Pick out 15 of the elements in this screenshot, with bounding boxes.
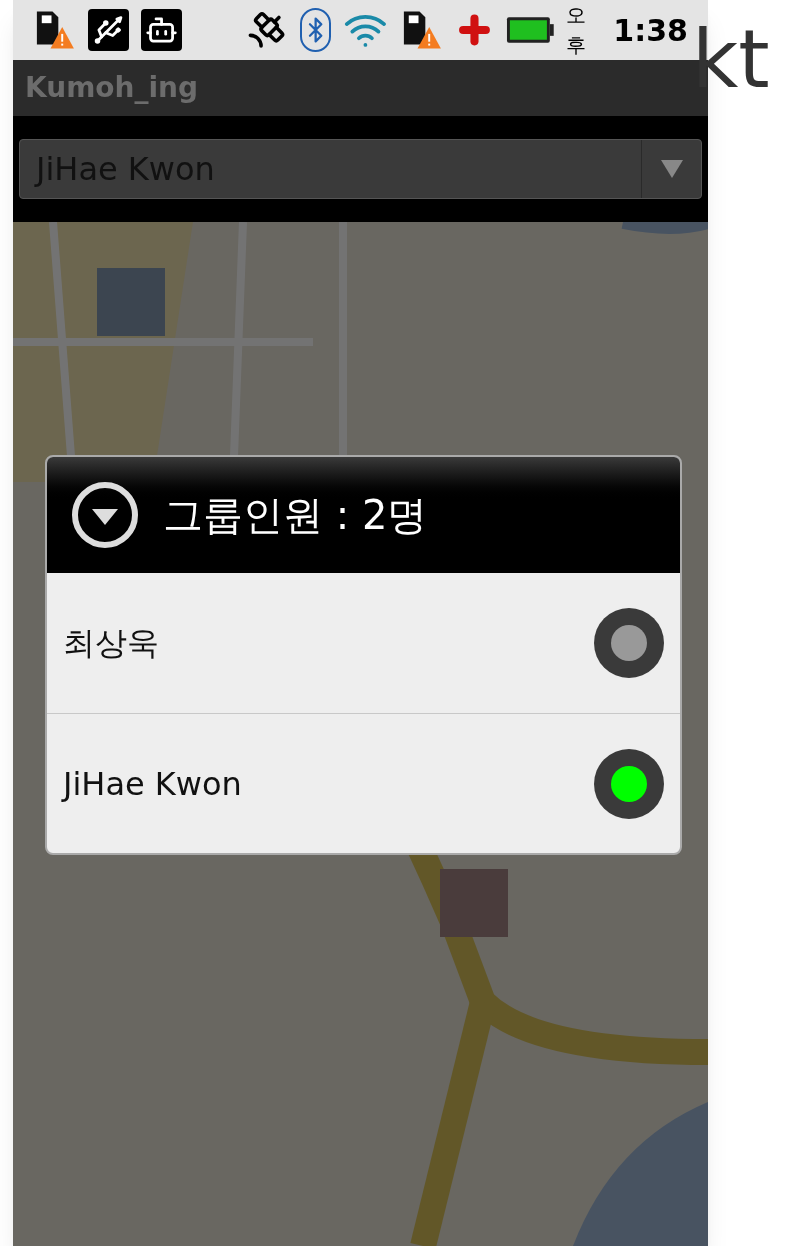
robot-icon (140, 9, 183, 51)
bluetooth-icon (299, 8, 332, 52)
dropdown-caret-icon (660, 160, 683, 178)
photo-placeholder (440, 869, 508, 937)
photo-placeholder (97, 268, 165, 336)
caret-circle-icon (71, 481, 139, 549)
battery-icon (505, 16, 555, 44)
status-time-period: 오후 (566, 2, 588, 59)
logo-text: kt (692, 13, 770, 106)
member-row[interactable]: 최상욱 (47, 573, 680, 713)
app-title: Kumoh_ing (25, 70, 199, 106)
member-row[interactable]: JiHae Kwon (47, 713, 680, 853)
dialog-title: 그룹인원 : 2명 (163, 491, 428, 540)
status-time: 1:38 (613, 11, 688, 50)
usb-icon (87, 9, 129, 51)
